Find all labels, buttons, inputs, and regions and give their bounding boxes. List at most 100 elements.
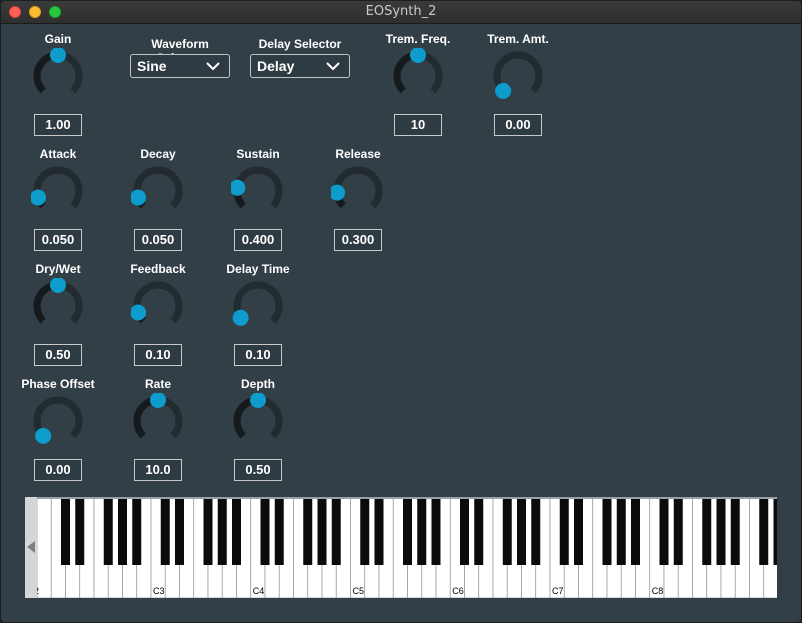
black-key[interactable] xyxy=(360,497,370,565)
black-key[interactable] xyxy=(331,497,341,565)
keyboard-top-border xyxy=(25,497,777,499)
attack-value[interactable]: 0.050 xyxy=(34,229,82,251)
rate-label: Rate xyxy=(144,377,171,391)
keyboard-scroll-left-button[interactable] xyxy=(25,497,37,598)
knob-thumb[interactable] xyxy=(150,393,166,408)
release-knob[interactable] xyxy=(331,163,385,217)
black-key[interactable] xyxy=(75,497,85,565)
octave-label: C3 xyxy=(153,586,165,596)
delay-selector-label: Delay Selector xyxy=(258,37,342,51)
attack-label: Attack xyxy=(39,147,77,161)
black-key[interactable] xyxy=(659,497,669,565)
black-key[interactable] xyxy=(559,497,569,565)
octave-label: C4 xyxy=(253,586,265,596)
waveform-selector[interactable]: Sine xyxy=(130,54,230,78)
black-key[interactable] xyxy=(317,497,327,565)
black-key[interactable] xyxy=(175,497,184,565)
trem-amt-label: Trem. Amt. xyxy=(487,32,549,46)
knob-thumb[interactable] xyxy=(50,48,66,63)
black-key[interactable] xyxy=(702,497,712,565)
trem-freq-value[interactable]: 10 xyxy=(394,114,442,136)
black-key[interactable] xyxy=(232,497,241,565)
trem-amt-value[interactable]: 0.00 xyxy=(494,114,542,136)
black-key[interactable] xyxy=(260,497,270,565)
gain-knob[interactable] xyxy=(31,48,85,102)
trem-freq-knob[interactable] xyxy=(391,48,445,102)
black-key[interactable] xyxy=(730,497,740,565)
feedback-label: Feedback xyxy=(130,262,186,276)
rate-knob[interactable] xyxy=(131,393,185,447)
depth-knob[interactable] xyxy=(231,393,285,447)
black-key[interactable] xyxy=(517,497,526,565)
black-key[interactable] xyxy=(417,497,427,565)
black-key[interactable] xyxy=(303,497,313,565)
black-key[interactable] xyxy=(502,497,512,565)
knob-thumb[interactable] xyxy=(331,184,346,201)
feedback-value[interactable]: 0.10 xyxy=(134,344,182,366)
feedback-knob[interactable] xyxy=(131,278,185,332)
decay-knob[interactable] xyxy=(131,163,185,217)
dry-wet-label: Dry/Wet xyxy=(35,262,81,276)
knob-thumb[interactable] xyxy=(495,82,512,99)
depth-value[interactable]: 0.50 xyxy=(234,459,282,481)
black-key[interactable] xyxy=(61,497,70,565)
window-title: EOSynth_2 xyxy=(365,4,437,19)
title-bar: EOSynth_2 xyxy=(1,1,801,24)
chevron-down-icon xyxy=(326,62,340,71)
gain-value[interactable]: 1.00 xyxy=(34,114,82,136)
black-key[interactable] xyxy=(118,497,127,565)
delay-selector[interactable]: Delay xyxy=(250,54,350,78)
black-key[interactable] xyxy=(716,497,726,565)
black-key[interactable] xyxy=(160,497,170,565)
piano-keys[interactable]: 2C3C4C5C6C7C8 xyxy=(25,497,777,598)
waveform-selector-value: Sine xyxy=(137,58,167,74)
knob-thumb[interactable] xyxy=(410,48,426,63)
sustain-label: Sustain xyxy=(236,147,280,161)
black-key[interactable] xyxy=(531,497,541,565)
delay-time-knob[interactable] xyxy=(231,278,285,332)
black-key[interactable] xyxy=(431,497,441,565)
release-value[interactable]: 0.300 xyxy=(334,229,382,251)
black-key[interactable] xyxy=(460,497,469,565)
black-key[interactable] xyxy=(574,497,583,565)
black-key[interactable] xyxy=(474,497,484,565)
attack-knob[interactable] xyxy=(31,163,85,217)
black-key[interactable] xyxy=(374,497,384,565)
trem-freq-label: Trem. Freq. xyxy=(385,32,451,46)
knob-thumb[interactable] xyxy=(250,393,266,408)
dry-wet-value[interactable]: 0.50 xyxy=(34,344,82,366)
decay-label: Decay xyxy=(140,147,176,161)
decay-value[interactable]: 0.050 xyxy=(134,229,182,251)
knob-thumb[interactable] xyxy=(50,278,66,293)
black-key[interactable] xyxy=(602,497,612,565)
knob-thumb[interactable] xyxy=(232,309,249,326)
black-key[interactable] xyxy=(616,497,626,565)
black-key[interactable] xyxy=(203,497,213,565)
sustain-value[interactable]: 0.400 xyxy=(234,229,282,251)
trem-amt-knob[interactable] xyxy=(491,48,545,102)
knob-thumb[interactable] xyxy=(35,427,52,444)
delay-time-label: Delay Time xyxy=(226,262,290,276)
black-key[interactable] xyxy=(759,497,769,565)
delay-time-value[interactable]: 0.10 xyxy=(234,344,282,366)
black-key[interactable] xyxy=(132,497,142,565)
sustain-knob[interactable] xyxy=(231,163,285,217)
rate-value[interactable]: 10.0 xyxy=(134,459,182,481)
white-key[interactable] xyxy=(36,497,52,598)
release-label: Release xyxy=(335,147,381,161)
black-key[interactable] xyxy=(103,497,113,565)
black-key[interactable] xyxy=(773,497,778,565)
black-key[interactable] xyxy=(631,497,640,565)
black-key[interactable] xyxy=(274,497,284,565)
black-key[interactable] xyxy=(403,497,412,565)
black-key[interactable] xyxy=(217,497,227,565)
knob-thumb[interactable] xyxy=(231,179,246,196)
octave-label: C7 xyxy=(552,586,564,596)
phase-offset-value[interactable]: 0.00 xyxy=(34,459,82,481)
phase-offset-knob[interactable] xyxy=(31,393,85,447)
black-key[interactable] xyxy=(673,497,683,565)
piano-keyboard[interactable]: 2C3C4C5C6C7C8 xyxy=(25,497,777,598)
depth-label: Depth xyxy=(241,377,275,391)
dry-wet-knob[interactable] xyxy=(31,278,85,332)
delay-selector-value: Delay xyxy=(257,58,295,74)
